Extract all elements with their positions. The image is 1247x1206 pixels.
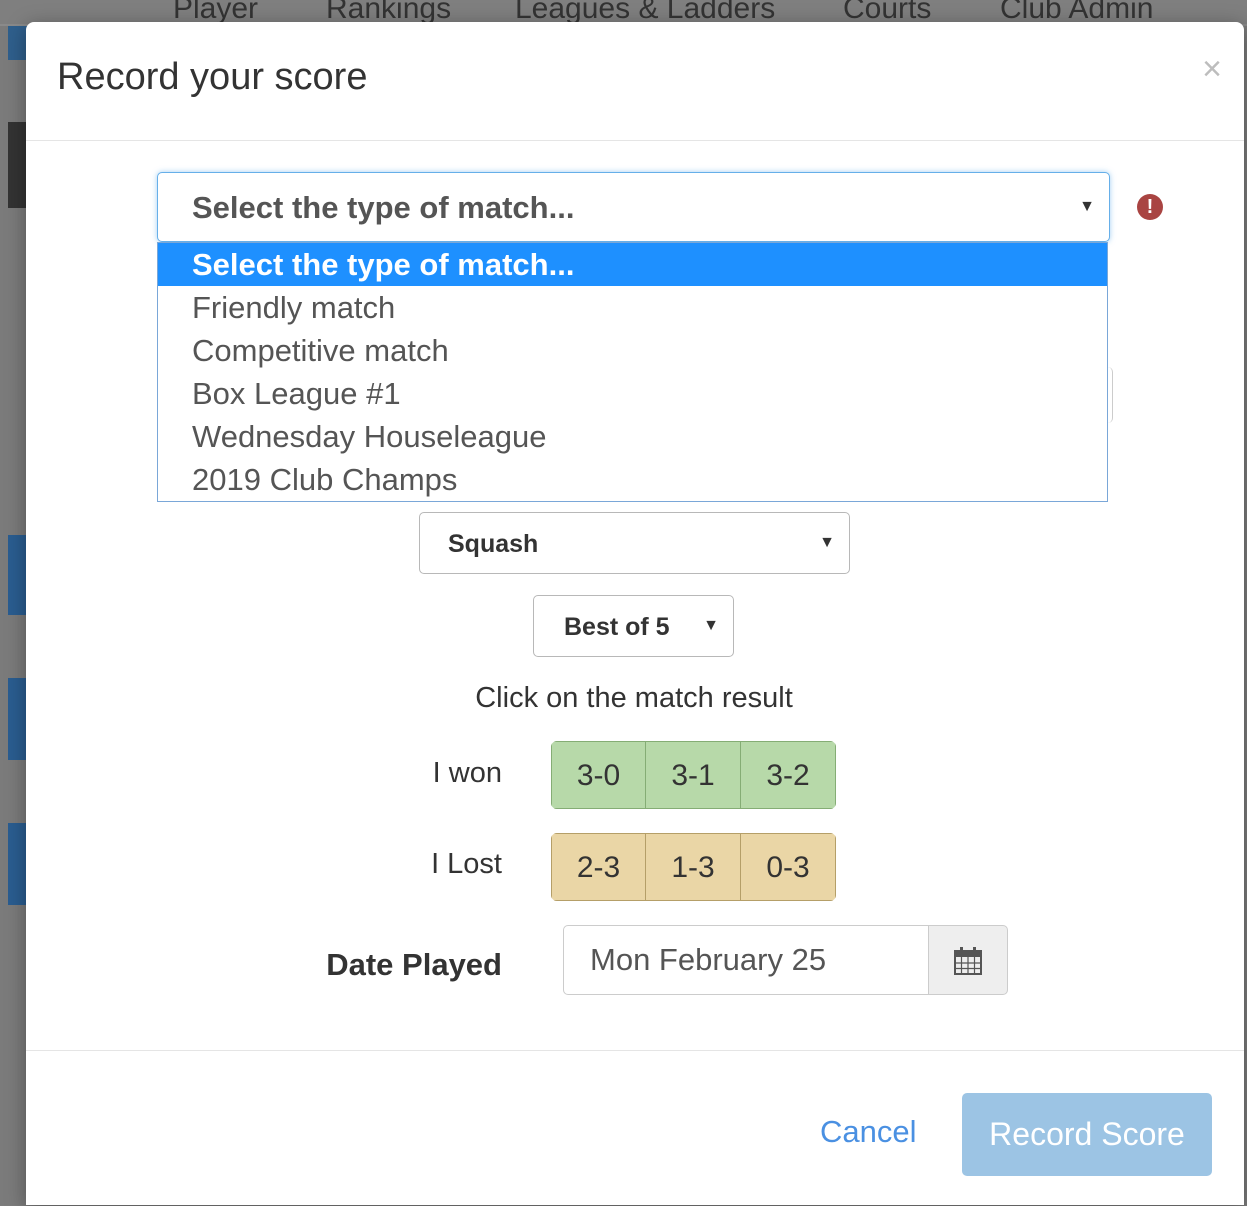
chevron-down-icon: ▼ <box>819 534 835 551</box>
chevron-down-icon: ▼ <box>1079 198 1095 215</box>
calendar-button[interactable] <box>928 925 1008 995</box>
sport-select[interactable]: Squash ▼ <box>419 512 850 574</box>
lost-score-group: 2-3 1-3 0-3 <box>551 833 836 901</box>
close-icon[interactable]: × <box>1202 52 1222 86</box>
match-type-dropdown: Select the type of match... Friendly mat… <box>157 242 1108 502</box>
date-played-label: Date Played <box>326 947 502 982</box>
date-played-input[interactable]: Mon February 25 <box>563 925 929 995</box>
lost-label: I Lost <box>431 848 502 880</box>
won-score-group: 3-0 3-1 3-2 <box>551 741 836 809</box>
record-score-button[interactable]: Record Score <box>962 1093 1212 1176</box>
match-type-option[interactable]: Friendly match <box>158 286 1107 329</box>
score-button-3-2[interactable]: 3-2 <box>741 741 836 809</box>
chevron-down-icon: ▼ <box>703 617 719 634</box>
match-type-option[interactable]: Competitive match <box>158 329 1107 372</box>
modal-title: Record your score <box>57 56 368 98</box>
record-score-modal: Record your score × Select the type of m… <box>26 22 1244 1205</box>
won-label: I won <box>432 757 502 789</box>
score-button-1-3[interactable]: 1-3 <box>646 833 741 901</box>
match-type-option[interactable]: Wednesday Houseleague <box>158 415 1107 458</box>
result-instruction: Click on the match result <box>475 682 793 714</box>
background-blue-block <box>8 678 28 760</box>
match-format-selected: Best of 5 <box>564 613 670 641</box>
match-type-selected: Select the type of match... <box>192 190 575 225</box>
match-type-option[interactable]: Box League #1 <box>158 372 1107 415</box>
match-format-select[interactable]: Best of 5 ▼ <box>533 595 734 657</box>
background-blue-block <box>8 823 28 905</box>
match-type-option[interactable]: 2019 Club Champs <box>158 458 1107 501</box>
background-blue-block <box>8 535 28 615</box>
modal-header: Record your score × <box>26 22 1244 141</box>
score-button-3-0[interactable]: 3-0 <box>551 741 646 809</box>
error-icon: ! <box>1137 194 1163 220</box>
calendar-icon <box>954 947 982 975</box>
score-button-0-3[interactable]: 0-3 <box>741 833 836 901</box>
match-type-select[interactable]: Select the type of match... ▼ <box>157 172 1110 242</box>
score-button-2-3[interactable]: 2-3 <box>551 833 646 901</box>
background-dark-block <box>8 122 28 208</box>
score-button-3-1[interactable]: 3-1 <box>646 741 741 809</box>
match-type-option[interactable]: Select the type of match... <box>158 243 1107 286</box>
sport-selected: Squash <box>448 530 539 558</box>
cancel-button[interactable]: Cancel <box>820 1114 917 1150</box>
